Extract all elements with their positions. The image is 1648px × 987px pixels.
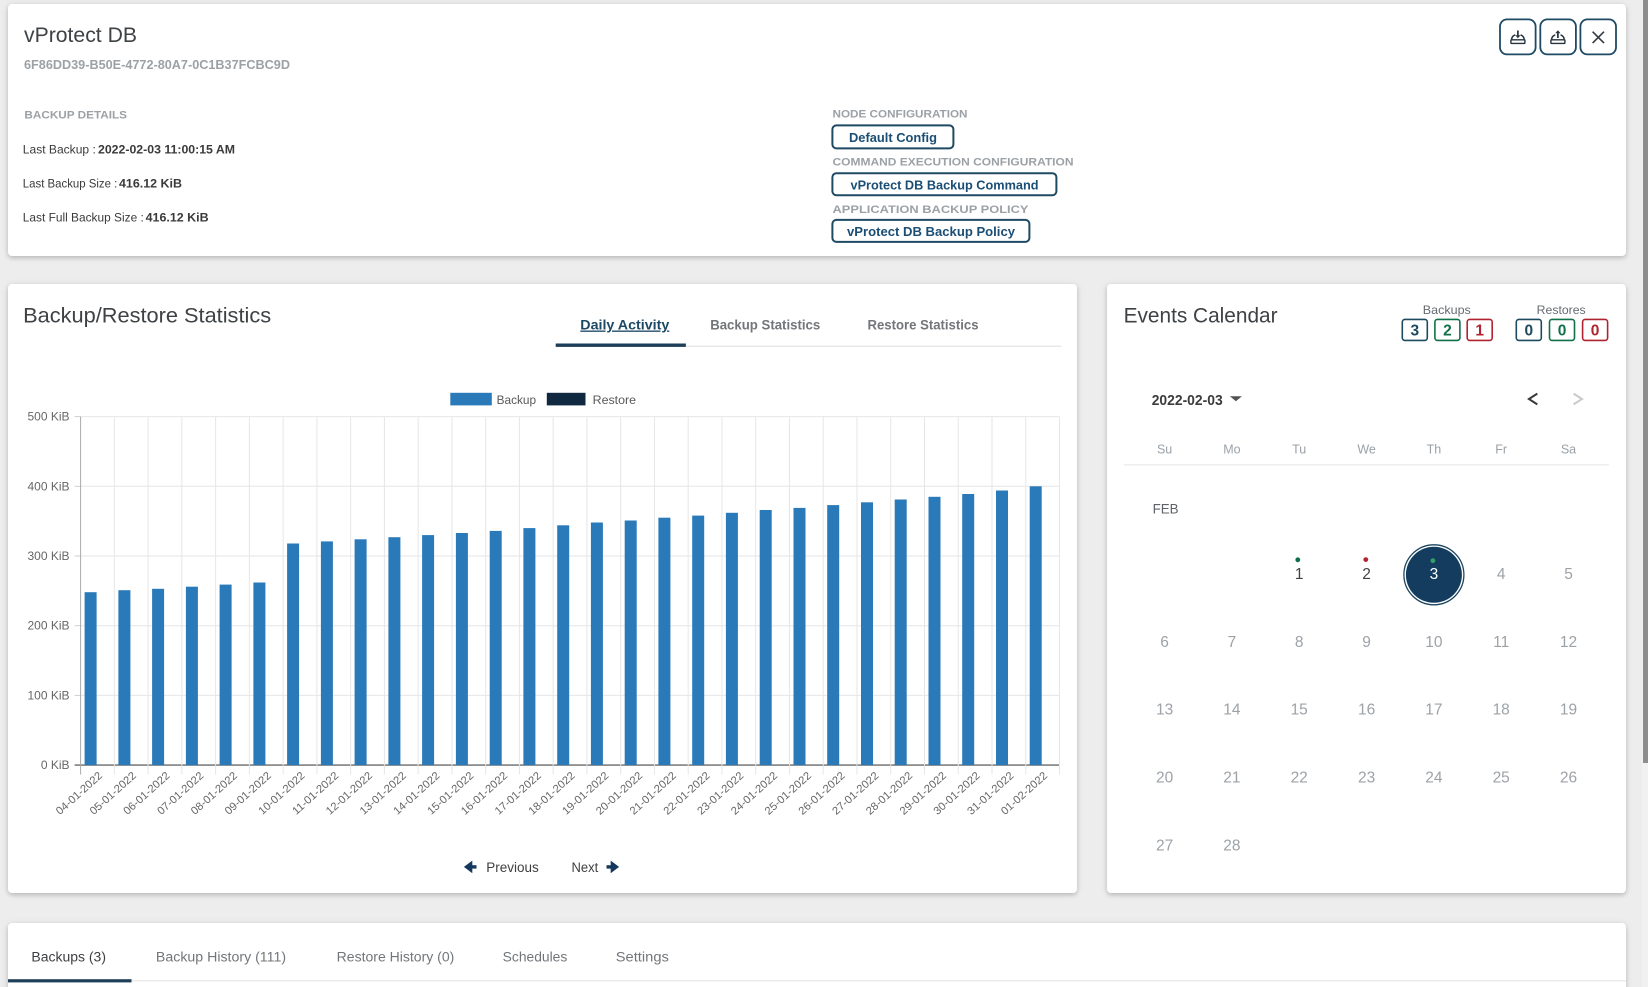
svg-text:0: 0 (1524, 323, 1533, 340)
svg-text:Previous: Previous (486, 860, 539, 875)
svg-text:416.12 KiB: 416.12 KiB (119, 176, 182, 190)
svg-text:26: 26 (1560, 770, 1577, 787)
svg-text:21: 21 (1223, 770, 1240, 787)
svg-text:Restore History (0): Restore History (0) (337, 950, 455, 965)
svg-text:vProtect DB Backup Command: vProtect DB Backup Command (851, 177, 1039, 192)
svg-text:15: 15 (1291, 702, 1308, 719)
svg-text:400 KiB: 400 KiB (27, 479, 69, 493)
svg-text:Last Backup :: Last Backup : (23, 142, 96, 156)
svg-text:Backup: Backup (497, 393, 537, 407)
svg-text:2022-02-03: 2022-02-03 (1152, 392, 1223, 409)
svg-text:25: 25 (1493, 770, 1510, 787)
svg-text:FEB: FEB (1153, 501, 1179, 516)
svg-text:3: 3 (1410, 323, 1419, 340)
svg-text:6: 6 (1160, 634, 1169, 651)
svg-text:COMMAND EXECUTION CONFIGURATIO: COMMAND EXECUTION CONFIGURATION (833, 157, 1074, 169)
svg-text:Settings: Settings (616, 950, 669, 965)
svg-text:7: 7 (1228, 634, 1237, 651)
svg-text:11: 11 (1493, 634, 1509, 651)
svg-text:We: We (1357, 443, 1376, 457)
svg-text:Events Calendar: Events Calendar (1124, 304, 1278, 327)
svg-text:5: 5 (1564, 566, 1573, 583)
svg-text:28: 28 (1223, 838, 1240, 855)
svg-text:Restores: Restores (1537, 303, 1586, 317)
svg-text:Mo: Mo (1223, 443, 1240, 457)
svg-text:24: 24 (1425, 770, 1443, 787)
svg-text:1: 1 (1295, 566, 1304, 583)
svg-text:14: 14 (1223, 702, 1241, 719)
svg-text:9: 9 (1362, 634, 1371, 651)
svg-text:Backup Statistics: Backup Statistics (710, 318, 820, 333)
svg-text:APPLICATION BACKUP POLICY: APPLICATION BACKUP POLICY (833, 204, 1030, 216)
svg-text:Backups: Backups (1423, 303, 1471, 317)
svg-text:0: 0 (1591, 323, 1600, 340)
svg-text:3: 3 (1430, 566, 1439, 583)
svg-text:vProtect DB Backup Policy: vProtect DB Backup Policy (847, 224, 1016, 239)
svg-text:416.12 KiB: 416.12 KiB (146, 210, 209, 224)
svg-text:2: 2 (1443, 323, 1452, 340)
svg-text:4: 4 (1497, 566, 1506, 583)
svg-text:500 KiB: 500 KiB (27, 410, 69, 424)
svg-text:Last Backup Size :: Last Backup Size : (23, 176, 118, 190)
svg-text:Backup/Restore Statistics: Backup/Restore Statistics (23, 304, 271, 327)
svg-text:Fr: Fr (1495, 443, 1507, 457)
svg-text:Su: Su (1157, 443, 1172, 457)
svg-text:18: 18 (1493, 702, 1510, 719)
svg-text:16: 16 (1358, 702, 1375, 719)
svg-text:200 KiB: 200 KiB (27, 619, 69, 633)
svg-text:Last Full Backup Size :: Last Full Backup Size : (23, 210, 144, 224)
svg-text:Th: Th (1427, 443, 1442, 457)
svg-text:100 KiB: 100 KiB (27, 688, 69, 702)
svg-text:20: 20 (1156, 770, 1174, 787)
svg-text:10: 10 (1425, 634, 1443, 651)
svg-text:6F86DD39-B50E-4772-80A7-0C1B37: 6F86DD39-B50E-4772-80A7-0C1B37FCBC9D (24, 58, 290, 72)
svg-text:2022-02-03 11:00:15 AM: 2022-02-03 11:00:15 AM (98, 142, 235, 156)
svg-text:Backup History (111): Backup History (111) (156, 950, 286, 965)
svg-text:300 KiB: 300 KiB (27, 549, 69, 563)
svg-text:vProtect DB: vProtect DB (24, 24, 137, 47)
svg-text:23: 23 (1358, 770, 1375, 787)
svg-text:1: 1 (1475, 323, 1484, 340)
svg-text:0 KiB: 0 KiB (41, 758, 70, 772)
svg-text:Schedules: Schedules (503, 950, 568, 965)
svg-text:13: 13 (1156, 702, 1173, 719)
svg-text:BACKUP DETAILS: BACKUP DETAILS (24, 110, 127, 122)
svg-text:19: 19 (1560, 702, 1577, 719)
svg-text:Default Config: Default Config (849, 130, 937, 145)
svg-text:Sa: Sa (1561, 443, 1576, 457)
svg-text:22: 22 (1291, 770, 1308, 787)
svg-text:Next: Next (572, 860, 599, 875)
svg-text:27: 27 (1156, 838, 1173, 855)
svg-text:Tu: Tu (1292, 443, 1306, 457)
svg-text:0: 0 (1558, 323, 1567, 340)
svg-text:17: 17 (1425, 702, 1442, 719)
svg-text:Backups (3): Backups (3) (31, 950, 106, 965)
svg-text:Daily Activity: Daily Activity (580, 318, 670, 333)
svg-text:2: 2 (1362, 566, 1371, 583)
svg-text:Restore: Restore (593, 393, 637, 407)
svg-text:8: 8 (1295, 634, 1304, 651)
svg-text:Restore Statistics: Restore Statistics (868, 318, 979, 333)
svg-text:NODE CONFIGURATION: NODE CONFIGURATION (833, 108, 968, 120)
svg-text:12: 12 (1560, 634, 1577, 651)
